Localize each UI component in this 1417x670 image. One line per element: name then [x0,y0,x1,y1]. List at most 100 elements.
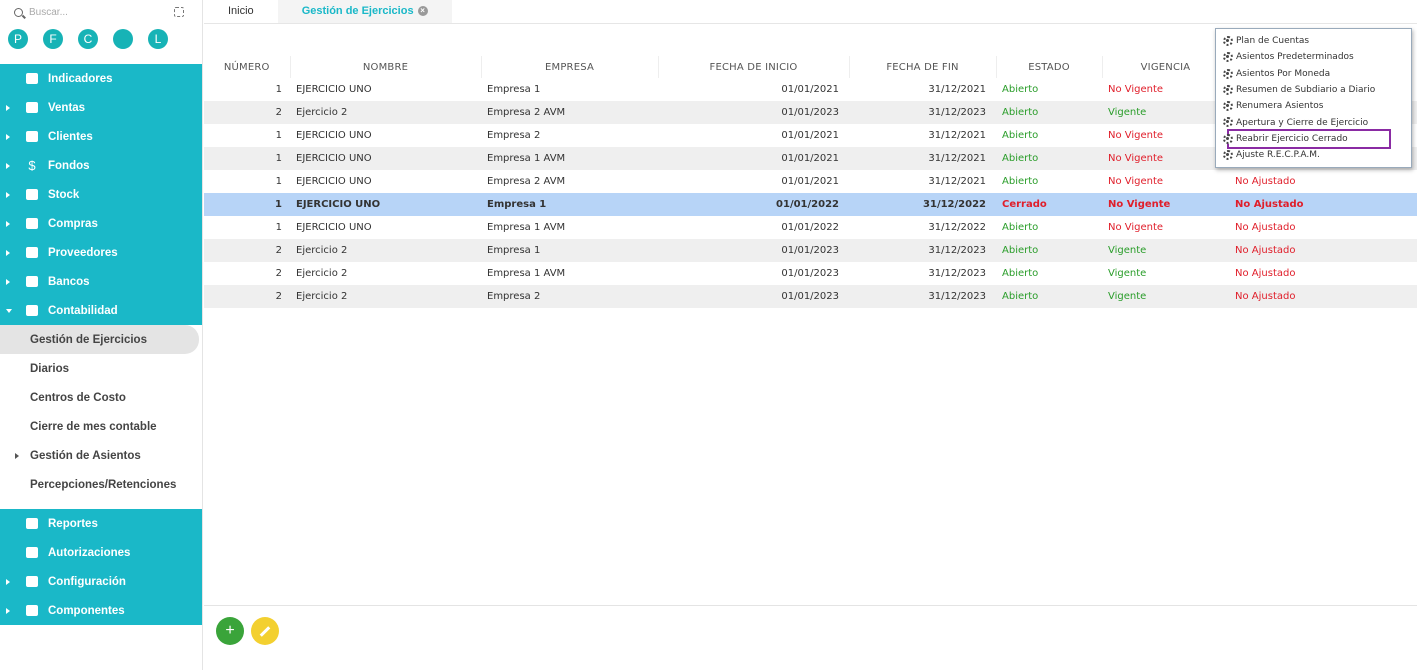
sidebar-item-label: Bancos [48,275,90,288]
ajuste-cell: No Ajustado [1229,193,1417,216]
empresa-cell: Empresa 2 [487,130,541,141]
plus-icon: + [225,622,235,639]
gear-icon [1223,150,1233,161]
sidebar-item-label: Componentes [48,604,125,617]
empresa-cell: Empresa 1 AVM [481,147,658,170]
submenu-item-diarios[interactable]: Diarios [0,354,202,383]
nombre-cell: EJERCICIO UNO [296,130,372,141]
avatar[interactable]: L [148,29,168,49]
nombre-cell: EJERCICIO UNO [290,147,481,170]
column-header[interactable]: VIGENCIA [1102,56,1230,78]
table-row[interactable]: 1 EJERCICIO UNO Empresa 2 AVM 01/01/2021 31/… [204,170,1417,193]
ajuste-cell: No Ajustado [1235,222,1296,233]
sidebar: Buscar... PFC L Indicadores Ventas Clientes… [0,0,203,670]
sidebar-item-stock[interactable]: Stock [0,180,202,209]
column-header[interactable]: EMPRESA [481,56,659,78]
menu-item-asientos-por-moneda[interactable]: Asientos Por Moneda [1216,66,1411,82]
fecha-fin-cell: 31/12/2021 [928,130,986,141]
menu-item-renumera-asientos[interactable]: Renumera Asientos [1216,98,1411,114]
sidebar-item-indicadores[interactable]: Indicadores [0,64,202,93]
column-header[interactable]: FECHA DE INICIO [658,56,850,78]
menu-item-apertura-y-cierre-de-ejercicio[interactable]: Apertura y Cierre de Ejercicio [1216,114,1411,130]
vigencia-cell: Vigente [1102,239,1229,262]
column-header[interactable]: NOMBRE [290,56,482,78]
users-icon [26,247,38,258]
close-tab-icon[interactable]: × [417,6,428,16]
fecha-inicio-cell: 01/01/2021 [781,84,839,95]
gear-icon [1223,117,1233,128]
menu-item-label: Asientos Predeterminados [1236,52,1354,63]
fecha-inicio-cell: 01/01/2023 [658,239,849,262]
tab-inicio[interactable]: Inicio [204,0,278,23]
nombre-cell: Ejercicio 2 [290,239,481,262]
column-header[interactable]: ESTADO [996,56,1103,78]
ajuste-cell: No Ajustado [1229,239,1417,262]
submenu-item-cierre-de-mes-contable[interactable]: Cierre de mes contable [0,412,202,441]
submenu-item-gesti-n-de-asientos[interactable]: Gestión de Asientos [0,441,202,470]
search-bar[interactable]: Buscar... [0,0,202,24]
tab-gesti-n-de-ejercicios[interactable]: Gestión de Ejercicios × [277,0,452,23]
menu-item-label: Renumera Asientos [1236,101,1324,112]
avatar[interactable]: F [43,29,63,49]
column-header[interactable]: FECHA DE FIN [849,56,997,78]
submenu-item-gesti-n-de-ejercicios[interactable]: Gestión de Ejercicios [0,325,199,354]
submenu-item-percepciones-retenciones[interactable]: Percepciones/Retenciones [0,470,202,499]
sidebar-item-autorizaciones[interactable]: Autorizaciones [0,538,202,567]
users-icon [26,131,38,142]
menu-item-resumen-de-subdiario-a-diario[interactable]: Resumen de Subdiario a Diario [1216,82,1411,98]
fecha-fin-cell: 31/12/2021 [928,84,986,95]
avatar[interactable]: P [8,29,28,49]
ajuste-cell: No Ajustado [1235,176,1296,187]
table-row[interactable]: 2 Ejercicio 2 Empresa 1 01/01/2023 31/12/202… [204,239,1417,262]
sidebar-item-bancos[interactable]: Bancos [0,267,202,296]
fecha-inicio-cell: 01/01/2021 [658,147,849,170]
table-row[interactable]: 1 EJERCICIO UNO Empresa 1 AVM 01/01/2022 31/… [204,216,1417,239]
vigencia-cell: No Vigente [1108,130,1164,141]
add-button[interactable]: + [216,617,244,645]
sidebar-item-clientes[interactable]: Clientes [0,122,202,151]
menu-item-asientos-predeterminados[interactable]: Asientos Predeterminados [1216,49,1411,65]
empresa-cell: Empresa 1 AVM [487,222,566,233]
table-row[interactable]: 1 EJERCICIO UNO Empresa 1 01/01/2022 31/12/2… [204,193,1417,216]
vigencia-cell: Vigente [1102,101,1229,124]
menu-item-ajuste-r-e-c-p-a-m-[interactable]: Ajuste R.E.C.P.A.M. [1216,147,1411,163]
footer-toolbar: + [204,605,1417,670]
edit-button[interactable] [251,617,279,645]
fecha-fin-cell: 31/12/2022 [849,193,996,216]
column-header[interactable]: NÚMERO [204,56,291,78]
nombre-cell: Ejercicio 2 [290,101,481,124]
estado-cell: Abierto [996,147,1102,170]
sidebar-item-proveedores[interactable]: Proveedores [0,238,202,267]
submenu-item-centros-de-costo[interactable]: Centros de Costo [0,383,202,412]
avatar[interactable]: C [78,29,98,49]
menu-item-label: Reabrir Ejercicio Cerrado [1236,133,1348,144]
nombre-cell: Ejercicio 2 [290,285,481,308]
table-row[interactable]: 2 Ejercicio 2 Empresa 2 01/01/2023 31/12/202… [204,285,1417,308]
search-input[interactable]: Buscar... [29,7,174,18]
fecha-inicio-cell: 01/01/2022 [658,193,849,216]
chevron-right-icon [6,133,10,140]
menu-item-plan-de-cuentas[interactable]: Plan de Cuentas [1216,33,1411,49]
estado-cell: Abierto [1002,130,1039,141]
sidebar-item-componentes[interactable]: Componentes [0,596,202,625]
sidebar-item-configuraci-n[interactable]: Configuración [0,567,202,596]
fecha-inicio-cell: 01/01/2023 [781,268,839,279]
menu-item-reabrir-ejercicio-cerrado[interactable]: Reabrir Ejercicio Cerrado [1223,128,1391,150]
numero-cell: 1 [275,222,282,233]
dollar-icon: $ [28,158,36,173]
chevron-right-icon [6,278,10,285]
contabilidad-submenu: Gestión de Ejercicios Diarios Centros de C… [0,325,202,499]
sidebar-item-compras[interactable]: Compras [0,209,202,238]
table-row[interactable]: 2 Ejercicio 2 Empresa 1 AVM 01/01/2023 31/12… [204,262,1417,285]
pencil-icon [259,625,271,637]
menu-item-label: Plan de Cuentas [1236,36,1310,47]
fecha-fin-cell: 31/12/2023 [849,101,996,124]
sidebar-item-fondos[interactable]: $ Fondos [0,151,202,180]
avatar[interactable] [113,29,133,49]
fullscreen-icon[interactable] [174,7,184,17]
sidebar-item-ventas[interactable]: Ventas [0,93,202,122]
sidebar-item-contabilidad[interactable]: Contabilidad [0,296,202,325]
sidebar-item-label: Clientes [48,130,93,143]
chevron-down-icon [6,308,12,313]
sidebar-item-reportes[interactable]: Reportes [0,509,202,538]
